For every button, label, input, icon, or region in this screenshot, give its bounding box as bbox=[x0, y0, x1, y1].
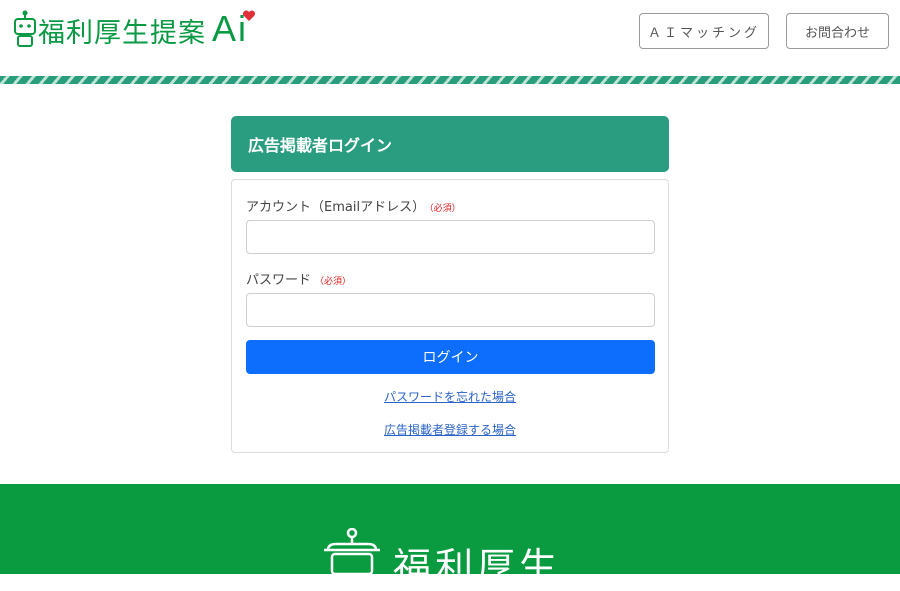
site-footer: 福利厚生 bbox=[0, 484, 900, 589]
password-field[interactable] bbox=[246, 293, 655, 327]
email-field[interactable] bbox=[246, 220, 655, 254]
login-title: 広告掲載者ログイン bbox=[248, 136, 393, 155]
advertiser-register-link[interactable]: 広告掲載者登録する場合 bbox=[232, 421, 668, 438]
account-label: アカウント（Emailアドレス） （必須） bbox=[246, 196, 461, 215]
robot-mascot-icon bbox=[14, 10, 36, 47]
footer-robot-icon bbox=[324, 528, 380, 574]
site-header: 福利厚生提案 Ai ＡＩマッチング お問合わせ bbox=[0, 0, 900, 76]
required-mark: （必須） bbox=[429, 204, 461, 214]
login-card-header: 広告掲載者ログイン bbox=[231, 116, 669, 172]
site-logo[interactable]: 福利厚生提案 Ai bbox=[12, 6, 262, 52]
login-button[interactable]: ログイン bbox=[246, 340, 655, 374]
forgot-password-link[interactable]: パスワードを忘れた場合 bbox=[232, 388, 668, 405]
password-label-text: パスワード bbox=[246, 273, 312, 288]
logo-text: 福利厚生提案 bbox=[38, 18, 206, 49]
required-mark: （必須） bbox=[315, 277, 352, 287]
login-form: アカウント（Emailアドレス） （必須） パスワード （必須） ログイン パスワー… bbox=[231, 179, 669, 453]
account-label-text: アカウント（Emailアドレス） bbox=[246, 200, 426, 215]
password-label: パスワード （必須） bbox=[246, 269, 351, 288]
header-stripe-divider bbox=[0, 76, 900, 84]
ai-matching-button[interactable]: ＡＩマッチング bbox=[639, 13, 769, 49]
footer-logo-text: 福利厚生 bbox=[393, 545, 562, 589]
heart-icon bbox=[242, 10, 256, 21]
contact-button[interactable]: お問合わせ bbox=[786, 13, 889, 49]
